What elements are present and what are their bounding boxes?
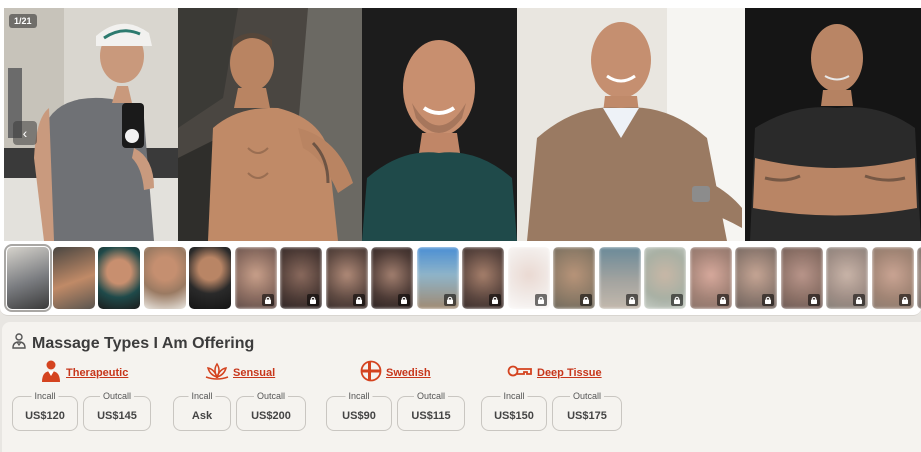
outcall-label: Outcall [253,391,289,401]
thumbnail[interactable] [416,247,459,309]
lock-icon [443,294,456,306]
lock-icon [671,294,683,306]
lock-icon [807,294,820,306]
outcall-label: Outcall [569,391,605,401]
incall-price: Incall US$150 [481,391,547,431]
price-value: US$90 [342,409,376,422]
thumbnail[interactable] [189,247,231,309]
massage-type-sensual: Sensual Incall Ask Outcall US$200 [173,360,306,431]
key-hand-icon [507,363,533,384]
outcall-price: Outcall US$200 [236,391,306,431]
outcall-label: Outcall [99,391,135,401]
thumbnail[interactable] [325,247,368,309]
incall-label: Incall [345,391,373,401]
outcall-price: Outcall US$175 [552,391,622,431]
lock-icon [398,294,410,306]
main-photo-strip[interactable]: 1/21 ‹ [4,8,921,241]
lock-icon [534,294,547,306]
section-header: Massage Types I Am Offering [12,333,254,354]
incall-price: Incall US$120 [12,391,78,431]
lock-icon [762,294,774,306]
massage-type-link[interactable]: Deep Tissue [537,367,602,379]
photo-shirtless-rocks[interactable] [178,8,362,241]
price-value: US$200 [251,409,291,422]
swedish-cross-icon [360,360,382,387]
thumbnail[interactable] [553,247,595,309]
lock-icon [352,294,365,306]
thumbnail[interactable] [644,247,686,309]
lock-icon [898,294,911,306]
massage-type-deep-tissue: Deep Tissue Incall US$150 Outcall US$175 [481,360,622,431]
therapist-icon [40,359,62,388]
price-value: US$115 [411,409,451,422]
lotus-icon [205,362,229,385]
massage-type-link[interactable]: Therapeutic [66,367,128,379]
price-value: US$145 [97,409,137,422]
outcall-price: Outcall US$145 [83,391,151,431]
lock-icon [307,294,319,306]
outcall-label: Outcall [413,391,449,401]
photo-portrait-green[interactable] [362,8,517,241]
lock-icon [625,294,638,306]
section-title: Massage Types I Am Offering [32,334,255,352]
outcall-price: Outcall US$115 [397,391,465,431]
previous-photo-button[interactable]: ‹ [13,121,37,145]
lock-icon [853,294,865,306]
incall-label: Incall [500,391,528,401]
thumbnail[interactable] [98,247,140,309]
thumbnail[interactable] [52,247,95,309]
lock-icon [716,294,729,306]
lock-icon [580,294,592,306]
thumbnail[interactable] [4,244,52,312]
thumbnail-strip [4,244,921,312]
massage-type-therapeutic: Therapeutic Incall US$120 Outcall US$145 [12,360,151,431]
photo-counter: 1/21 [9,14,37,28]
thumbnail[interactable] [735,247,777,309]
price-value: US$175 [567,409,607,422]
lock-icon [261,294,274,306]
photo-portrait-sweater[interactable] [517,8,745,241]
thumbnail[interactable] [917,247,921,309]
massage-type-link[interactable]: Swedish [386,367,431,379]
massage-type-link[interactable]: Sensual [233,367,275,379]
massage-types-section: Massage Types I Am Offering Therapeutic … [2,322,921,452]
lock-icon [489,294,501,306]
thumbnail[interactable] [507,247,550,309]
photo-gallery: 1/21 ‹ [0,0,921,316]
massage-type-swedish: Swedish Incall US$90 Outcall US$115 [326,360,465,431]
incall-label: Incall [31,391,59,401]
thumbnail[interactable] [871,247,914,309]
thumbnail[interactable] [280,247,322,309]
incall-label: Incall [188,391,216,401]
thumbnail[interactable] [598,247,641,309]
photo-arms-crossed[interactable] [745,8,921,241]
thumbnail[interactable] [143,247,186,309]
therapist-icon [12,333,26,354]
incall-price: Incall Ask [173,391,231,431]
thumbnail[interactable] [689,247,732,309]
thumbnail[interactable] [826,247,868,309]
price-value: US$150 [494,409,534,422]
thumbnail[interactable] [234,247,277,309]
price-value: US$120 [25,409,65,422]
incall-price: Incall US$90 [326,391,392,431]
thumbnail[interactable] [371,247,413,309]
thumbnail[interactable] [780,247,823,309]
chevron-left-icon: ‹ [22,125,28,141]
thumbnail[interactable] [462,247,504,309]
price-value: Ask [191,409,213,422]
